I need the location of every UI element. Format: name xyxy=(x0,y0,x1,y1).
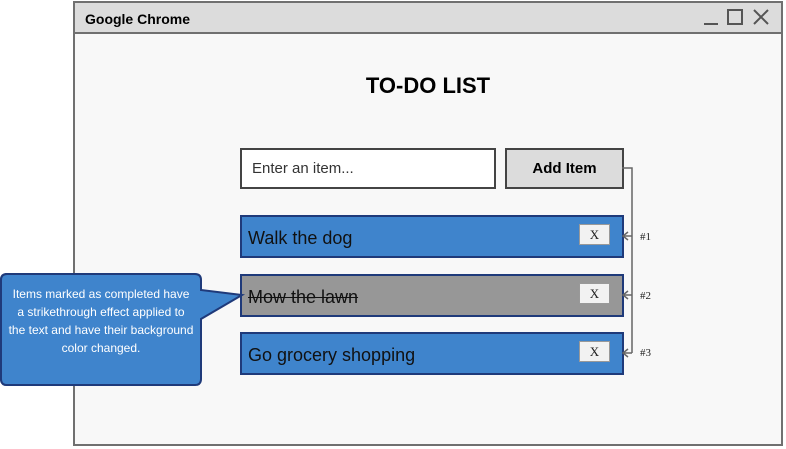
delete-item-button[interactable]: X xyxy=(579,224,610,245)
list-item[interactable]: Walk the dog X xyxy=(240,215,624,258)
add-item-button[interactable]: Add Item xyxy=(505,148,624,189)
maximize-icon[interactable] xyxy=(725,7,745,27)
title-bar: Google Chrome xyxy=(75,3,781,34)
close-icon[interactable] xyxy=(751,7,771,27)
item-text: Walk the dog xyxy=(248,228,353,248)
minimize-icon[interactable] xyxy=(701,7,721,27)
list-item[interactable]: Go grocery shopping X xyxy=(240,332,624,375)
item-input[interactable] xyxy=(240,148,496,189)
callout-text: Items marked as completed have a striket… xyxy=(8,287,194,355)
item-text: Mow the lawn xyxy=(248,287,359,307)
delete-item-button[interactable]: X xyxy=(579,341,610,362)
item-number-label: #3 xyxy=(640,347,651,359)
window-title: Google Chrome xyxy=(85,11,191,27)
list-item-completed[interactable]: Mow the lawn X xyxy=(240,274,624,317)
page-title: TO-DO LIST xyxy=(365,73,491,98)
item-number-label: #2 xyxy=(640,290,651,302)
item-text: Go grocery shopping xyxy=(248,345,416,365)
item-number-label: #1 xyxy=(640,231,651,243)
delete-item-button[interactable]: X xyxy=(579,283,610,304)
